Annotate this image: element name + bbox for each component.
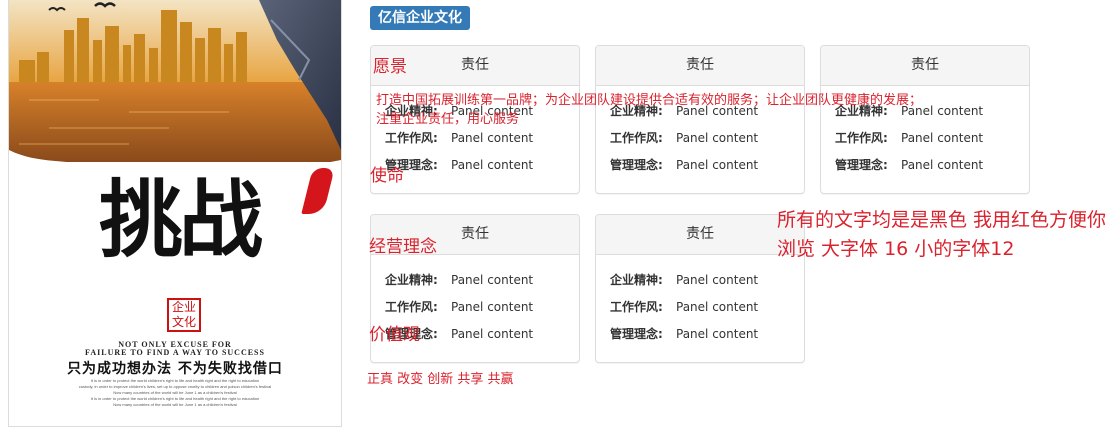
row-value: Panel content — [451, 300, 534, 314]
row-value: Panel content — [451, 158, 534, 172]
row-value: Panel content — [451, 131, 534, 145]
row-label: 工作作风: — [610, 300, 663, 314]
panel-row: 管理理念: Panel content — [610, 325, 758, 342]
values-text: 正真 改变 创新 共享 共赢 — [367, 372, 514, 387]
panel-row: 企业精神: Panel content — [385, 271, 533, 288]
row-value: Panel content — [451, 273, 534, 287]
row-label: 工作作风: — [610, 131, 663, 145]
panel-heading: 责任 — [821, 46, 1029, 86]
panel-row: 管理理念: Panel content — [835, 156, 983, 173]
culture-panel: 责任 企业精神: Panel content 工作作风: Panel content… — [595, 214, 805, 363]
vision-text-line-1: 打造中国拓展训练第一品牌；为企业团队建设提供合适有效的服务；让企业团队更健康的发… — [376, 93, 923, 108]
poster-fine-print: It is in order to protect the world chil… — [90, 378, 260, 383]
poster-slogan: 只为成功想办法 不为失败找借口 — [67, 361, 283, 377]
poster-headline: 挑战 — [98, 170, 263, 269]
row-label: 工作作风: — [835, 131, 888, 145]
panel-heading: 责任 — [596, 46, 804, 86]
poster-fine-print: custody, in order to improve children's … — [78, 384, 272, 389]
row-label: 工作作风: — [385, 131, 438, 145]
row-label: 工作作风: — [385, 300, 438, 314]
vision-text-line-2: 注重企业责任，用心服务 — [376, 112, 520, 127]
row-value: Panel content — [451, 327, 534, 341]
row-value: Panel content — [676, 327, 759, 341]
panel-row: 工作作风: Panel content — [385, 298, 533, 315]
row-label: 企业精神: — [610, 273, 663, 287]
panel-row: 工作作风: Panel content — [385, 129, 533, 146]
designer-note: 所有的文字均是是黑色 我用红色方便你浏览 大字体 16 小的字体12 — [777, 209, 1107, 260]
poster-fine-print: It is in order to protect the world chil… — [90, 396, 260, 401]
vision-heading: 愿景 — [373, 57, 407, 77]
panel-row: 工作作风: Panel content — [835, 129, 983, 146]
panel-heading: 责任 — [596, 215, 804, 255]
row-value: Panel content — [676, 131, 759, 145]
philosophy-heading: 经营理念 — [369, 237, 437, 257]
row-value: Panel content — [676, 273, 759, 287]
panel-row: 企业精神: Panel content — [610, 271, 758, 288]
panel-row: 工作作风: Panel content — [610, 129, 758, 146]
panel-row: 管理理念: Panel content — [610, 156, 758, 173]
row-label: 管理理念: — [835, 158, 888, 172]
mission-heading: 使命 — [370, 166, 404, 186]
culture-panel: 责任 企业精神: Panel content 工作作风: Panel content… — [820, 45, 1030, 194]
panel-row: 工作作风: Panel content — [610, 298, 758, 315]
values-heading: 价值观 — [369, 325, 420, 345]
poster-fine-print: Now many countries of the world will be … — [113, 390, 237, 395]
row-value: Panel content — [901, 158, 984, 172]
row-value: Panel content — [676, 158, 759, 172]
culture-panel: 责任 企业精神: Panel content 工作作风: Panel content… — [595, 45, 805, 194]
row-value: Panel content — [901, 131, 984, 145]
section-title-badge: 亿信企业文化 — [370, 6, 470, 30]
row-label: 管理理念: — [610, 327, 663, 341]
row-label: 管理理念: — [610, 158, 663, 172]
row-value: Panel content — [676, 300, 759, 314]
poster-seal: 企业文化 — [167, 298, 201, 332]
panel-row: 管理理念: Panel content — [385, 156, 533, 173]
poster-english-line-2: FAILURE TO FIND A WAY TO SUCCESS — [85, 348, 265, 357]
culture-poster: 挑战 企业文化 NOT ONLY EXCUSE FOR FAILURE TO F… — [8, 0, 342, 427]
row-label: 企业精神: — [385, 273, 438, 287]
poster-fine-print: Now many countries of the world will be … — [113, 402, 237, 407]
